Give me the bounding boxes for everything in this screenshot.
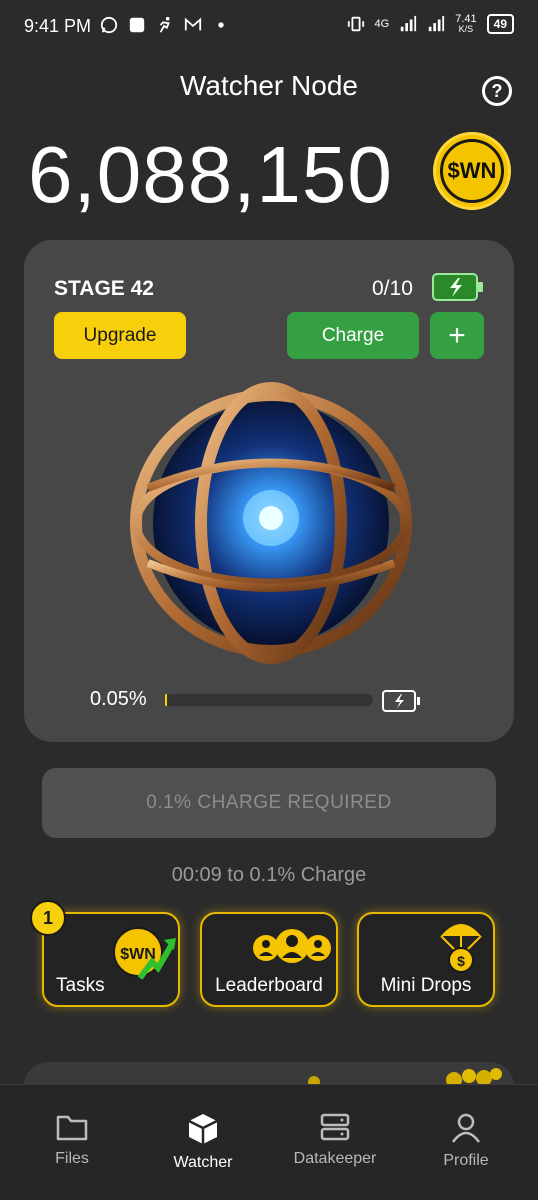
users-group-icon (253, 929, 331, 963)
help-button[interactable]: ? (482, 76, 512, 106)
charge-count: 0/10 (372, 277, 413, 300)
add-charge-button[interactable]: + (430, 312, 484, 359)
net-speed-unit: K/S (458, 24, 474, 34)
status-right: 4G 7.41 K/S 49 (347, 14, 514, 34)
running-icon (159, 16, 170, 33)
wn-coin-text: $WN (440, 139, 504, 203)
net-speed: 7.41 K/S (455, 13, 477, 35)
vibrate-icon (347, 16, 364, 32)
nav-profile-label: Profile (443, 1152, 489, 1169)
user-icon (451, 1113, 481, 1143)
nav-datakeeper-label: Datakeeper (293, 1150, 377, 1167)
folder-icon (56, 1115, 88, 1141)
watcher-orb-icon (130, 382, 412, 664)
progress-bar-fill (165, 694, 167, 706)
mini-drops-label: Mini Drops (380, 975, 472, 996)
help-icon: ? (491, 80, 503, 101)
mini-drops-tile[interactable]: $ Mini Drops (357, 912, 495, 1007)
wn-coin-icon: $WN (433, 132, 511, 210)
charge-timer: 00:09 to 0.1% Charge (171, 864, 367, 886)
charge-required-button[interactable]: 0.1% CHARGE REQUIRED (42, 768, 496, 838)
charge-battery-icon (382, 690, 420, 712)
page-title: Watcher Node (180, 70, 358, 101)
nav-watcher-label: Watcher (173, 1154, 233, 1171)
upgrade-button[interactable]: Upgrade (54, 312, 186, 359)
dot-icon (218, 22, 224, 28)
cube-icon (188, 1114, 218, 1144)
nav-watcher[interactable]: Watcher (148, 1112, 258, 1172)
leaderboard-label: Leaderboard (215, 975, 323, 996)
gmail-icon (184, 17, 202, 31)
balance-amount: 6,088,150 (28, 130, 393, 219)
charge-button[interactable]: Charge (287, 312, 419, 359)
stage-label: STAGE 42 (54, 277, 154, 300)
network-type: 4G (374, 18, 390, 30)
nav-files[interactable]: Files (17, 1112, 127, 1168)
tasks-badge: 1 (30, 900, 66, 936)
battery-level: 49 (486, 14, 514, 34)
whatsapp-icon (100, 16, 118, 34)
nav-profile[interactable]: Profile (411, 1112, 521, 1170)
parachute-coin-icon: $ (440, 924, 482, 973)
tasks-label: Tasks (56, 975, 105, 996)
signal-icon-2 (429, 15, 445, 32)
app-square-icon (129, 17, 145, 33)
progress-percent: 0.05% (90, 688, 147, 710)
wn-growth-icon: $WN (113, 927, 176, 980)
nav-files-label: Files (55, 1150, 89, 1167)
mini-drops-coin-text: $ (457, 953, 465, 969)
leaderboard-tile[interactable]: Leaderboard (200, 912, 338, 1007)
net-speed-value: 7.41 (455, 13, 477, 25)
status-time: 9:41 PM (24, 16, 92, 36)
battery-full-icon (432, 273, 483, 301)
notification-icons (100, 16, 230, 34)
nav-datakeeper[interactable]: Datakeeper (280, 1112, 390, 1168)
signal-icon (401, 15, 417, 32)
progress-bar-track (165, 694, 373, 706)
server-icon (320, 1113, 350, 1141)
